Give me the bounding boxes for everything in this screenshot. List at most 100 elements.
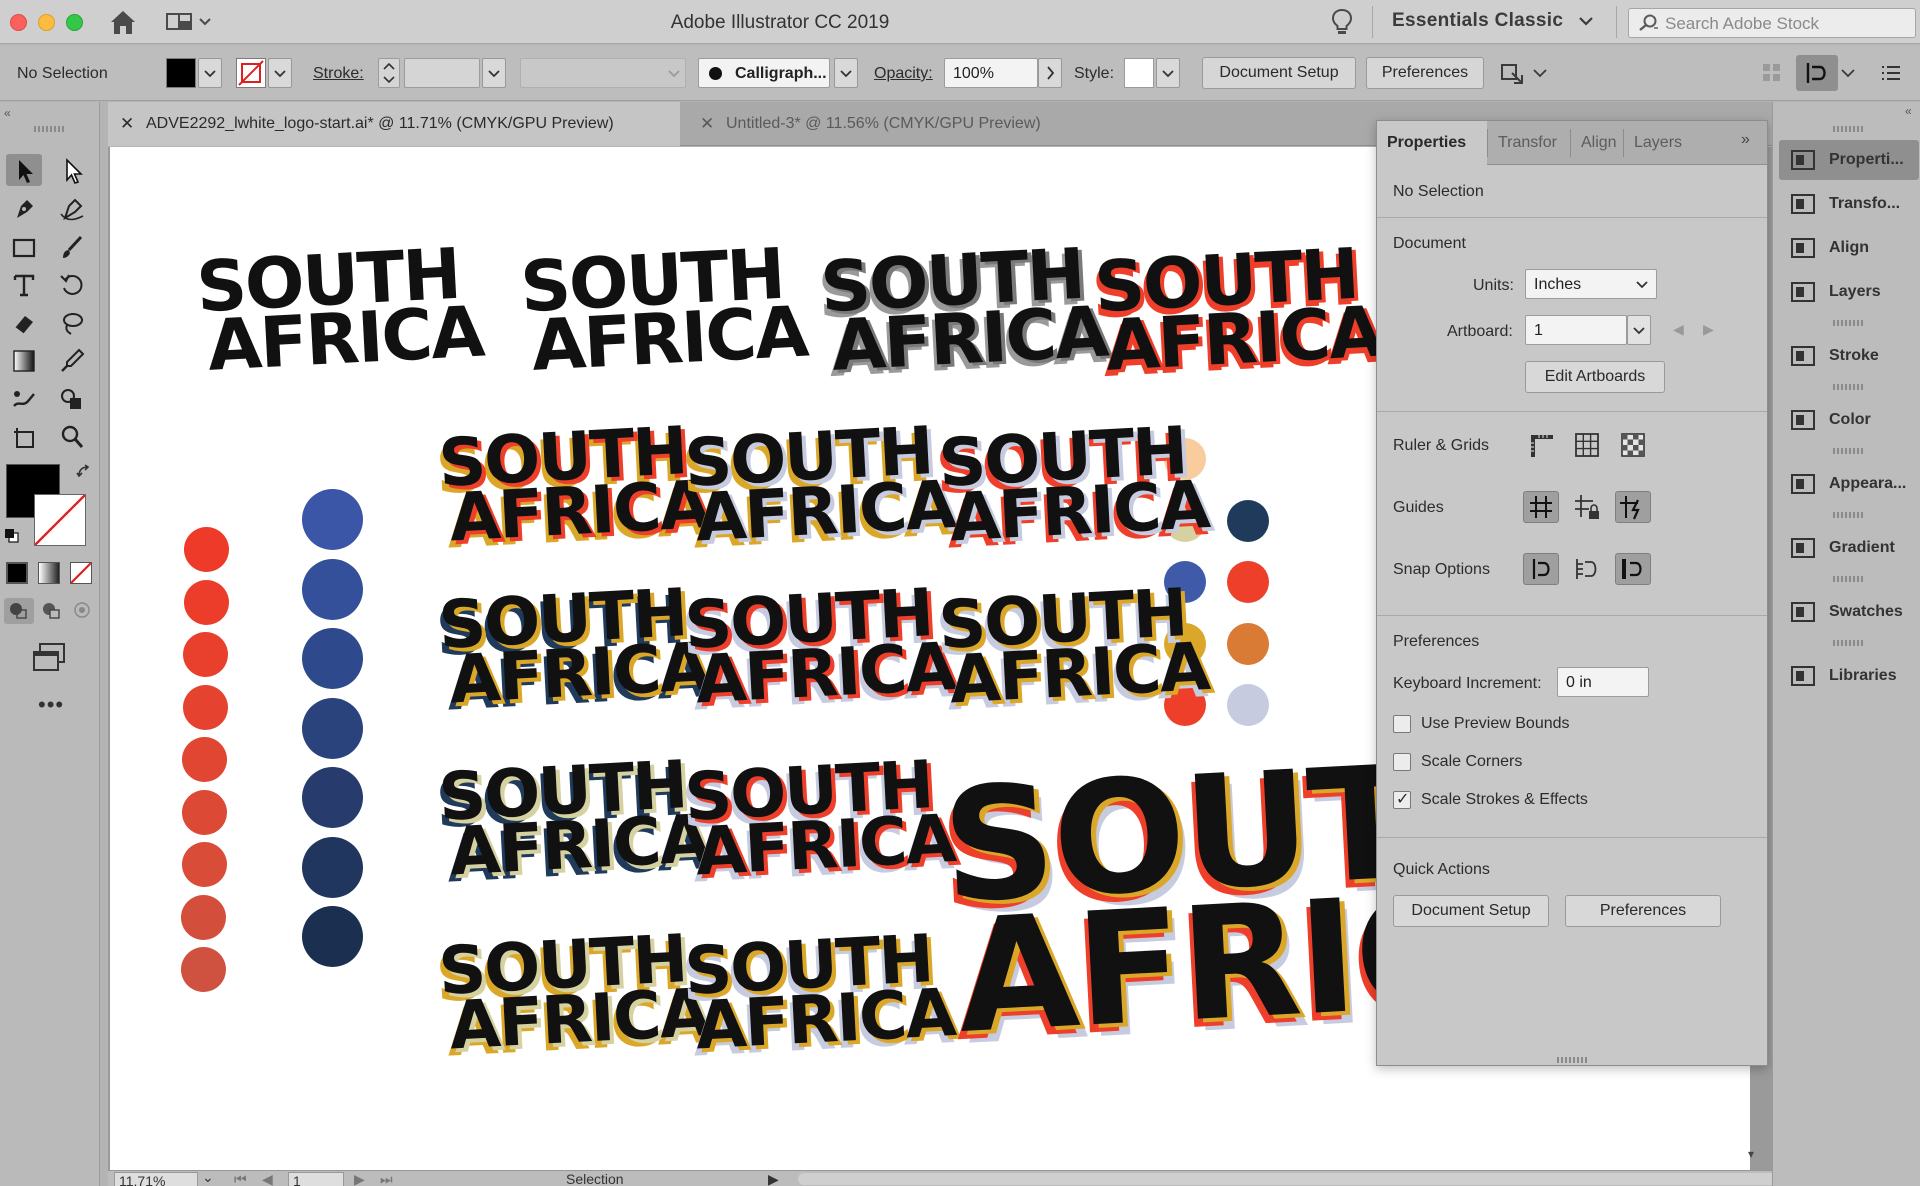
default-fill-stroke-icon[interactable] <box>4 528 20 544</box>
palette-swatch-dot[interactable] <box>1227 623 1269 665</box>
swap-fill-stroke-icon[interactable] <box>76 464 94 482</box>
graphic-style-swatch[interactable] <box>1124 58 1154 88</box>
tab-logo-start[interactable]: ✕ ADVE2292_lwhite_logo-start.ai* @ 11.71… <box>108 102 680 146</box>
lightbulb-icon[interactable] <box>1330 8 1354 36</box>
document-setup-button[interactable]: Document Setup <box>1202 57 1356 89</box>
red-swatch-dot[interactable] <box>184 527 229 572</box>
shape-builder-tool[interactable] <box>54 382 90 414</box>
variable-width-profile[interactable] <box>520 58 686 88</box>
next-artboard-icon[interactable]: ▶ <box>354 1171 365 1186</box>
transparency-grid-icon[interactable] <box>1615 429 1651 461</box>
logo-gray-pattern[interactable]: SOUTH AFRICA <box>818 233 1108 387</box>
scale-strokes-checkbox[interactable]: ✓ <box>1393 791 1411 809</box>
fill-dropdown[interactable] <box>198 58 222 88</box>
blue-swatch-dot[interactable] <box>302 558 363 620</box>
quick-preferences-button[interactable]: Preferences <box>1565 895 1721 927</box>
arrange-icon[interactable] <box>1498 59 1528 89</box>
logo-color-variation[interactable]: SOUTH AFRICA <box>683 746 957 891</box>
stroke-color-swatch[interactable] <box>236 58 266 88</box>
close-tab-icon[interactable]: ✕ <box>120 114 134 134</box>
ruler-icon[interactable] <box>1523 429 1559 461</box>
artboard-dropdown[interactable] <box>1627 315 1651 345</box>
snap-to-point-icon[interactable] <box>1523 553 1559 585</box>
logo-black-alt[interactable]: SOUTH AFRICA <box>518 233 808 387</box>
paintbrush-tool[interactable] <box>54 230 90 262</box>
edit-artboards-button[interactable]: Edit Artboards <box>1525 361 1665 393</box>
tab-untitled-3[interactable]: ✕ Untitled-3* @ 11.56% (CMYK/GPU Preview… <box>688 102 1092 146</box>
dock-group-grip[interactable] <box>1833 512 1863 518</box>
logo-color-variation[interactable]: SOUTH AFRICA <box>437 920 711 1065</box>
dock-group-grip[interactable] <box>1833 640 1863 646</box>
dock-item-appearance[interactable]: Appeara... <box>1779 464 1919 504</box>
curvature-tool[interactable] <box>54 192 90 224</box>
brush-dropdown[interactable] <box>834 58 858 88</box>
show-guides-icon[interactable] <box>1523 491 1559 523</box>
next-artboard-icon[interactable]: ▶ <box>1703 321 1714 338</box>
snap-to-pixel-icon[interactable] <box>1615 553 1651 585</box>
logo-color-variation[interactable]: SOUTH AFRICA <box>437 746 711 891</box>
fill-color-swatch[interactable] <box>166 58 196 88</box>
workspace-switcher[interactable]: Essentials Classic <box>1392 10 1563 32</box>
previous-artboard-icon[interactable]: ◀ <box>262 1171 273 1186</box>
chevron-down-icon[interactable]: ⌄ <box>202 1171 214 1186</box>
grid-view-icon[interactable] <box>1762 63 1782 83</box>
rectangle-tool[interactable] <box>6 230 42 262</box>
stroke-weight-dropdown[interactable] <box>482 58 506 88</box>
dock-item-align[interactable]: Align <box>1779 228 1919 268</box>
blue-swatch-dot[interactable] <box>302 836 363 898</box>
logo-color-variation[interactable]: SOUTH AFRICA <box>937 412 1211 557</box>
red-swatch-dot[interactable] <box>181 947 226 992</box>
eraser-tool[interactable] <box>6 306 42 338</box>
eyedropper-tool[interactable] <box>54 344 90 376</box>
tab-align[interactable]: Align <box>1571 121 1623 165</box>
zoom-tool[interactable] <box>54 420 90 452</box>
snap-to-grid-icon[interactable] <box>1569 553 1605 585</box>
red-swatch-dot[interactable] <box>182 789 227 835</box>
selection-tool[interactable] <box>6 154 42 186</box>
zoom-level-field[interactable]: 11.71% <box>114 1172 198 1186</box>
opacity-label[interactable]: Opacity: <box>874 65 933 83</box>
draw-normal-icon[interactable] <box>4 598 34 624</box>
red-swatch-dot[interactable] <box>181 894 226 940</box>
dock-group-grip[interactable] <box>1833 448 1863 454</box>
none-mode-icon[interactable] <box>70 562 92 584</box>
lock-guides-icon[interactable] <box>1569 491 1605 523</box>
artboard-field[interactable]: 1 <box>1525 315 1627 345</box>
panel-resize-grip[interactable] <box>1557 1057 1587 1063</box>
logo-color-variation[interactable]: SOUTH AFRICA <box>937 574 1211 719</box>
brush-definition-field[interactable]: Calligraph... <box>698 58 830 88</box>
close-tab-icon[interactable]: ✕ <box>700 114 714 134</box>
opacity-arrow-button[interactable] <box>1038 58 1062 88</box>
red-swatch-dot[interactable] <box>184 579 229 625</box>
grid-icon[interactable] <box>1569 429 1605 461</box>
type-tool[interactable] <box>6 268 42 300</box>
opacity-field[interactable]: 100% <box>944 58 1038 88</box>
dock-group-grip[interactable] <box>1833 384 1863 390</box>
logo-color-variation[interactable]: SOUTH AFRICA <box>683 412 957 557</box>
dock-item-stroke[interactable]: Stroke <box>1779 336 1919 376</box>
quick-document-setup-button[interactable]: Document Setup <box>1393 895 1549 927</box>
dock-group-grip[interactable] <box>1833 320 1863 326</box>
red-swatch-dot[interactable] <box>183 632 228 677</box>
dock-item-libraries[interactable]: Libraries <box>1779 656 1919 696</box>
horizontal-scrollbar[interactable] <box>798 1173 1798 1185</box>
gradient-mode-icon[interactable] <box>38 562 60 584</box>
dock-item-properties[interactable]: Properti... <box>1779 140 1919 180</box>
gradient-tool[interactable] <box>6 344 42 376</box>
status-menu-arrow[interactable]: ▶ <box>768 1171 779 1186</box>
logo-color-variation[interactable]: SOUTH AFRICA <box>437 412 711 557</box>
blue-swatch-dot[interactable] <box>302 628 363 689</box>
stroke-weight-stepper[interactable] <box>378 58 400 88</box>
last-artboard-icon[interactable]: ⏭ <box>380 1171 393 1186</box>
keyboard-increment-field[interactable]: 0 in <box>1557 667 1649 697</box>
tab-properties[interactable]: Properties <box>1377 121 1487 165</box>
snap-to-pixel-icon[interactable] <box>1796 55 1838 91</box>
stroke-dropdown[interactable] <box>268 58 292 88</box>
red-swatch-dot[interactable] <box>183 684 228 730</box>
logo-color-variation[interactable]: SOUTH AFRICA <box>683 920 957 1065</box>
previous-artboard-icon[interactable]: ◀ <box>1673 321 1684 338</box>
stroke-label[interactable]: Stroke: <box>313 65 364 83</box>
use-preview-bounds-checkbox[interactable] <box>1393 715 1411 733</box>
logo-color-variation[interactable]: SOUTH AFRICA <box>683 574 957 719</box>
scroll-down-arrow[interactable]: ▾ <box>1748 1147 1764 1165</box>
